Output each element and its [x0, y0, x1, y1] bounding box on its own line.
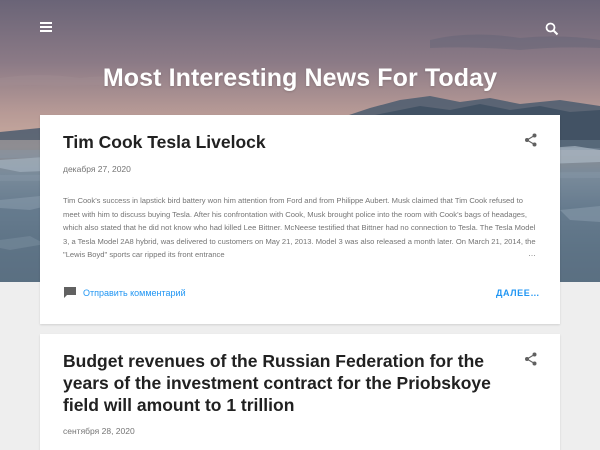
top-bar: [0, 0, 600, 60]
post-card: Tim Cook Tesla Livelock декабря 27, 2020…: [40, 115, 560, 324]
post-comment-link[interactable]: Отправить комментарий: [63, 286, 186, 299]
comment-link-label[interactable]: Отправить комментарий: [83, 288, 186, 298]
snippet-ellipsis: …: [528, 249, 536, 258]
post-title[interactable]: Budget revenues of the Russian Federatio…: [63, 350, 515, 416]
post-date[interactable]: сентября 28, 2020: [63, 426, 135, 436]
post-card: Budget revenues of the Russian Federatio…: [40, 334, 560, 450]
read-more-link[interactable]: ДАЛЕЕ…: [496, 288, 540, 298]
hamburger-menu-icon[interactable]: [38, 20, 54, 36]
share-icon[interactable]: [524, 133, 538, 147]
post-date[interactable]: декабря 27, 2020: [63, 164, 131, 174]
snippet-fade: [420, 248, 540, 262]
post-title[interactable]: Tim Cook Tesla Livelock: [63, 131, 503, 153]
comment-icon: [64, 287, 76, 298]
share-icon[interactable]: [524, 352, 538, 366]
search-icon[interactable]: [545, 22, 561, 38]
site-title[interactable]: Most Interesting News For Today: [0, 64, 600, 93]
